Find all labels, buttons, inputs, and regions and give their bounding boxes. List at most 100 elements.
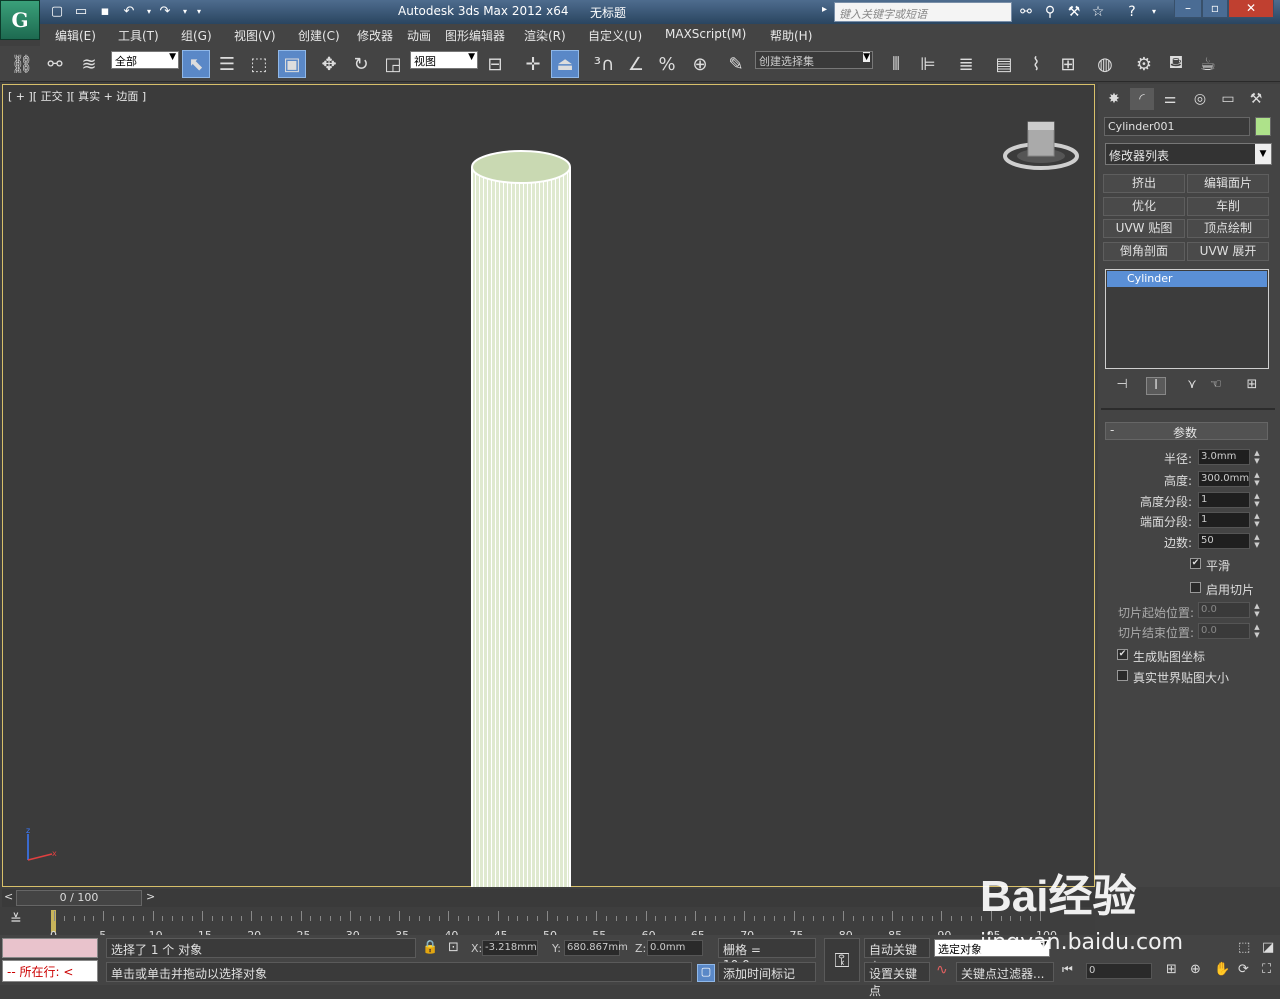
height-segments-spinner[interactable]: 1 — [1198, 492, 1250, 508]
sides-spinner[interactable]: 50 — [1198, 533, 1250, 549]
utilities-tab-icon[interactable]: ⚒ — [1244, 88, 1268, 110]
create-tab-icon[interactable]: ✸ — [1102, 88, 1126, 110]
real-world-map-checkbox[interactable] — [1117, 670, 1128, 681]
mini-curve-editor-icon[interactable]: ≚ — [10, 912, 22, 928]
modifier-button-unwrap-uvw[interactable]: UVW 展开 — [1187, 242, 1269, 261]
percent-snap-icon[interactable]: % — [653, 50, 681, 78]
time-tag-icon[interactable]: ▢ — [697, 964, 715, 982]
maxscript-listener[interactable] — [2, 938, 98, 958]
goto-start-icon[interactable]: ⏮ — [1062, 962, 1073, 977]
y-coord-field[interactable]: 680.867mm — [564, 940, 628, 956]
lock-selection-icon[interactable]: 🔒 — [422, 940, 438, 955]
align-icon[interactable]: ⊫ — [914, 50, 942, 78]
bind-space-warp-icon[interactable]: ≋ — [75, 50, 103, 78]
spinner-snap-icon[interactable]: ⊕ — [686, 50, 714, 78]
display-tab-icon[interactable]: ▭ — [1216, 88, 1240, 110]
modify-tab-icon[interactable]: ◜ — [1130, 88, 1154, 110]
edit-named-selection-icon[interactable]: ✎ — [722, 50, 750, 78]
render-teapot-icon[interactable]: ☕ — [1194, 50, 1222, 78]
save-file-icon[interactable]: ▪ — [96, 3, 114, 21]
redo-icon[interactable]: ↷ — [156, 3, 174, 21]
minimize-button[interactable]: – — [1174, 0, 1202, 18]
modifier-button-lathe[interactable]: 车削 — [1187, 197, 1269, 216]
menu-graph-editors[interactable]: 图形编辑器 — [445, 27, 505, 44]
menu-maxscript[interactable]: MAXScript(M) — [665, 27, 746, 41]
modifier-button-vertex-paint[interactable]: 顶点绘制 — [1187, 219, 1269, 238]
render-setup-icon[interactable]: ⚙ — [1130, 50, 1158, 78]
spinner-arrows-icon[interactable]: ▲ ▼ — [1252, 623, 1262, 639]
menu-create[interactable]: 创建(C) — [298, 27, 340, 44]
mirror-icon[interactable]: ⫴ — [882, 50, 910, 78]
material-editor-icon[interactable]: ◍ — [1091, 50, 1119, 78]
unlink-icon[interactable]: ⚯ — [41, 50, 69, 78]
maxscript-mini-listener[interactable]: -- 所在行: < — [2, 960, 98, 982]
favorites-star-icon[interactable]: ☆ — [1088, 3, 1108, 21]
select-and-manipulate-icon[interactable]: ✛ — [519, 50, 547, 78]
stack-item-cylinder[interactable]: Cylinder — [1107, 271, 1267, 287]
menu-help[interactable]: 帮助(H) — [770, 27, 812, 44]
generate-mapping-checkbox[interactable]: ✔ — [1117, 649, 1128, 660]
select-by-name-icon[interactable]: ☰ — [213, 50, 241, 78]
auto-key-button[interactable]: 自动关键点 — [864, 938, 930, 974]
subscription-icon[interactable]: ⚲ — [1040, 3, 1060, 21]
select-object-icon[interactable]: ⬉ — [182, 50, 210, 78]
field-of-view-icon[interactable]: ◪ — [1262, 940, 1274, 955]
spinner-arrows-icon[interactable]: ▲ ▼ — [1252, 512, 1262, 528]
pan-icon[interactable]: ✋ — [1214, 962, 1230, 977]
orbit-icon[interactable]: ⟳ — [1238, 962, 1249, 977]
new-file-icon[interactable]: ▢ — [48, 3, 66, 21]
modifier-button-extrude[interactable]: 挤出 — [1103, 174, 1185, 193]
slice-from-spinner[interactable]: 0.0 — [1198, 602, 1250, 618]
time-config-icon[interactable]: ⊞ — [1166, 962, 1177, 977]
cap-segments-spinner[interactable]: 1 — [1198, 512, 1250, 528]
keyboard-shortcut-override-icon[interactable]: ⏏ — [551, 50, 579, 78]
modifier-button-edit-patch[interactable]: 编辑面片 — [1187, 174, 1269, 193]
z-coord-field[interactable]: 0.0mm — [647, 940, 703, 956]
open-file-icon[interactable]: ▭ — [72, 3, 90, 21]
help-icon[interactable]: ? — [1122, 3, 1142, 21]
close-button[interactable]: ✕ — [1228, 0, 1274, 18]
rollout-collapse-icon[interactable]: - — [1110, 423, 1114, 437]
menu-modifiers[interactable]: 修改器 — [357, 27, 393, 44]
key-filters-button[interactable]: 关键点过滤器... — [956, 962, 1054, 982]
app-logo-icon[interactable]: G — [0, 0, 40, 40]
menu-tools[interactable]: 工具(T) — [118, 27, 159, 44]
hierarchy-tab-icon[interactable]: ⚌ — [1158, 88, 1182, 110]
show-end-result-icon[interactable]: Ⅰ — [1146, 377, 1166, 395]
binoculars-icon[interactable]: ⚯ — [1016, 3, 1036, 21]
layer-manager-icon[interactable]: ≣ — [952, 50, 980, 78]
scale-icon[interactable]: ◲ — [379, 50, 407, 78]
menu-rendering[interactable]: 渲染(R) — [524, 27, 566, 44]
object-name-field[interactable]: Cylinder001 — [1104, 117, 1250, 136]
maximize-viewport-icon[interactable]: ⛶ — [1262, 962, 1271, 977]
pin-stack-icon[interactable]: ⊣ — [1112, 377, 1132, 395]
scene-explorer-icon[interactable]: ▤ — [990, 50, 1018, 78]
maximize-button[interactable]: ▫ — [1202, 0, 1228, 18]
slice-on-checkbox[interactable] — [1190, 582, 1201, 593]
menu-view[interactable]: 视图(V) — [234, 27, 276, 44]
radius-spinner[interactable]: 3.0mm — [1198, 449, 1250, 465]
menu-animation[interactable]: 动画 — [407, 27, 431, 44]
viewport-label[interactable]: [ + ][ 正交 ][ 真实 + 边面 ] — [8, 88, 146, 104]
current-frame-field[interactable]: 0 — [1086, 963, 1152, 979]
add-time-tag[interactable]: 添加时间标记 — [718, 962, 816, 982]
zoom-extents-icon[interactable]: ⬚ — [1238, 940, 1250, 955]
key-mode-icon[interactable]: ∿ — [936, 962, 948, 978]
cylinder-object[interactable] — [460, 145, 584, 887]
object-color-swatch[interactable] — [1255, 117, 1271, 136]
time-slider-thumb[interactable]: 0 / 100 — [16, 890, 142, 906]
time-slider[interactable] — [2, 889, 1095, 907]
remove-modifier-icon[interactable]: ☜ — [1206, 377, 1226, 395]
modifier-button-uvw-map[interactable]: UVW 贴图 — [1103, 219, 1185, 238]
reference-coord-dropdown[interactable]: 视图 ▼ — [410, 51, 478, 69]
set-key-icon[interactable]: ⚿ — [824, 938, 860, 982]
modifier-button-bevel-profile[interactable]: 倒角剖面 — [1103, 242, 1185, 261]
smooth-checkbox[interactable]: ✔ — [1190, 558, 1201, 569]
rotate-icon[interactable]: ↻ — [347, 50, 375, 78]
viewcube-icon[interactable] — [1002, 118, 1080, 178]
spinner-arrows-icon[interactable]: ▲ ▼ — [1252, 492, 1262, 508]
x-coord-field[interactable]: -3.218mm — [482, 940, 538, 956]
spinner-arrows-icon[interactable]: ▲ ▼ — [1252, 533, 1262, 549]
make-unique-icon[interactable]: ⋎ — [1182, 377, 1202, 395]
undo-icon[interactable]: ↶ — [120, 3, 138, 21]
